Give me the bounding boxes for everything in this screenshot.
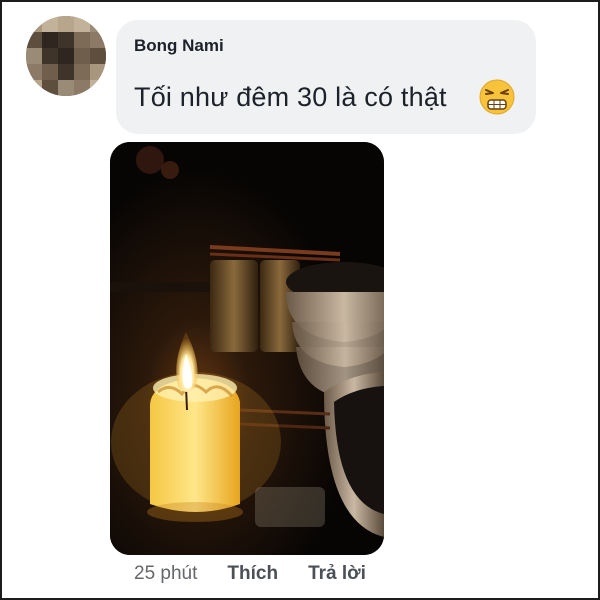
avatar-mosaic-cell [58,80,74,96]
avatar-mosaic-cell [74,32,90,48]
avatar-mosaic-cell [74,64,90,80]
avatar-mosaic-cell [90,32,106,48]
avatar-mosaic-cell [90,16,106,32]
avatar-mosaic-cell [42,64,58,80]
avatar-mosaic-cell [42,16,58,32]
comment-text: Tối như đêm 30 là có thật [134,82,447,112]
avatar-mosaic-cell [42,48,58,64]
avatar-mosaic-cell [58,48,74,64]
comment-actions: 25 phút Thích Trả lời [134,563,396,585]
avatar-mosaic-cell [74,16,90,32]
avatar-mosaic-cell [26,64,42,80]
avatar-mosaic-cell [90,64,106,80]
reply-button[interactable]: Trả lời [308,563,366,585]
comment-timestamp[interactable]: 25 phút [134,563,197,585]
avatar-mosaic-cell [26,48,42,64]
comment-photo[interactable] [110,142,384,555]
comment-author[interactable]: Bong Nami [134,36,224,56]
candle-scene-image [110,142,384,555]
avatar-mosaic-cell [26,32,42,48]
avatar-mosaic-cell [42,80,58,96]
avatar[interactable] [26,16,106,96]
avatar-mosaic-cell [74,80,90,96]
avatar-mosaic-cell [74,48,90,64]
avatar-mosaic-cell [58,64,74,80]
avatar-mosaic-cell [90,48,106,64]
avatar-mosaic-cell [90,80,106,96]
like-button[interactable]: Thích [227,563,278,585]
persevering-face-emoji-icon [479,79,515,115]
avatar-mosaic-cell [58,32,74,48]
avatar-mosaic-cell [42,32,58,48]
screenshot-frame: Bong Nami Tối như đêm 30 là có thật 25 p… [0,0,600,600]
avatar-mosaic-cell [58,16,74,32]
avatar-mosaic-cell [26,80,42,96]
avatar-mosaic-cell [26,16,42,32]
